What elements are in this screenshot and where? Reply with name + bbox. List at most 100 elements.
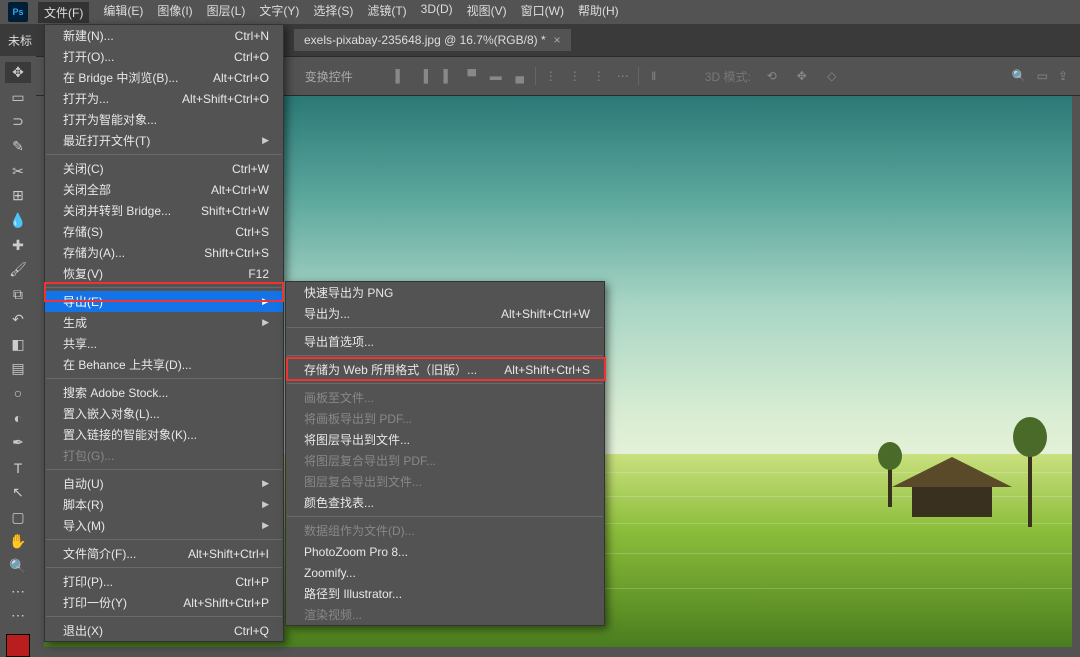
- eyedropper-tool[interactable]: 💧: [5, 210, 31, 231]
- menu-item[interactable]: 恢复(V)F12: [45, 263, 283, 284]
- path-select-tool[interactable]: ↖: [5, 482, 31, 503]
- quick-select-tool[interactable]: ✎: [5, 136, 31, 157]
- menu-item[interactable]: 置入嵌入对象(L)...: [45, 403, 283, 424]
- menu-item[interactable]: 在 Behance 上共享(D)...: [45, 354, 283, 375]
- menu-item[interactable]: 退出(X)Ctrl+Q: [45, 620, 283, 641]
- menu-item[interactable]: 打开为...Alt+Shift+Ctrl+O: [45, 88, 283, 109]
- align-center-v-icon[interactable]: ▬: [487, 67, 505, 85]
- lasso-tool[interactable]: ⊃: [5, 111, 31, 132]
- menu-item[interactable]: 自动(U)▶: [45, 473, 283, 494]
- menu-item[interactable]: 打开为智能对象...: [45, 109, 283, 130]
- frame-tool[interactable]: ⊞: [5, 186, 31, 207]
- menu-选择(S)[interactable]: 选择(S): [313, 2, 353, 23]
- hand-tool[interactable]: ✋: [5, 531, 31, 552]
- blur-tool[interactable]: ○: [5, 383, 31, 404]
- tree: [1028, 437, 1032, 527]
- distribute-2-icon[interactable]: ⋮: [566, 67, 584, 85]
- menu-编辑(E)[interactable]: 编辑(E): [103, 2, 143, 23]
- menu-item[interactable]: 路径到 Illustrator...: [286, 583, 604, 604]
- more-tools[interactable]: ⋯: [5, 605, 31, 626]
- menu-item[interactable]: 颜色查找表...: [286, 492, 604, 513]
- menu-item[interactable]: 置入链接的智能对象(K)...: [45, 424, 283, 445]
- mode-3d-label: 3D 模式:: [705, 68, 751, 85]
- distribute-h-icon[interactable]: ‖: [645, 67, 663, 85]
- document-tab[interactable]: exels-pixabay-235648.jpg @ 16.7%(RGB/8) …: [294, 29, 571, 51]
- app-icon: Ps: [8, 2, 28, 22]
- menu-item[interactable]: 关闭并转到 Bridge...Shift+Ctrl+W: [45, 200, 283, 221]
- distribute-3-icon[interactable]: ⋮: [590, 67, 608, 85]
- menu-文件(F)[interactable]: 文件(F): [38, 2, 89, 23]
- menu-item[interactable]: 脚本(R)▶: [45, 494, 283, 515]
- zoom-tool[interactable]: 🔍: [5, 556, 31, 577]
- menu-图像(I)[interactable]: 图像(I): [157, 2, 192, 23]
- menu-item[interactable]: PhotoZoom Pro 8...: [286, 541, 604, 562]
- pan-icon[interactable]: ✥: [793, 67, 811, 85]
- gradient-tool[interactable]: ▤: [5, 358, 31, 379]
- healing-tool[interactable]: ✚: [5, 235, 31, 256]
- workspace-icon[interactable]: ▭: [1037, 69, 1048, 83]
- rectangle-tool[interactable]: ▢: [5, 507, 31, 528]
- menu-3D(D)[interactable]: 3D(D): [421, 2, 453, 23]
- search-icon[interactable]: 🔍: [1012, 69, 1027, 83]
- menu-item[interactable]: 将图层导出到文件...: [286, 429, 604, 450]
- menu-item: 将图层复合导出到 PDF...: [286, 450, 604, 471]
- menu-item[interactable]: 打印(P)...Ctrl+P: [45, 571, 283, 592]
- orbit-icon[interactable]: ⟲: [763, 67, 781, 85]
- menu-item[interactable]: 存储(S)Ctrl+S: [45, 221, 283, 242]
- hut: [892, 457, 1012, 517]
- menu-item[interactable]: 存储为 Web 所用格式（旧版）...Alt+Shift+Ctrl+S: [286, 359, 604, 380]
- menu-item[interactable]: 快速导出为 PNG: [286, 282, 604, 303]
- menu-帮助(H)[interactable]: 帮助(H): [578, 2, 619, 23]
- menu-item[interactable]: 存储为(A)...Shift+Ctrl+S: [45, 242, 283, 263]
- align-top-icon[interactable]: ▀: [463, 67, 481, 85]
- history-brush-tool[interactable]: ↶: [5, 309, 31, 330]
- menu-item[interactable]: 打印一份(Y)Alt+Shift+Ctrl+P: [45, 592, 283, 613]
- dodge-tool[interactable]: ◐: [5, 408, 31, 429]
- menu-item[interactable]: 文件简介(F)...Alt+Shift+Ctrl+I: [45, 543, 283, 564]
- close-icon[interactable]: ×: [554, 33, 561, 47]
- menu-滤镜(T)[interactable]: 滤镜(T): [367, 2, 406, 23]
- crop-tool[interactable]: ✂: [5, 161, 31, 182]
- brush-tool[interactable]: 🖌: [5, 260, 31, 281]
- menu-item: 渲染视频...: [286, 604, 604, 625]
- menu-item[interactable]: 搜索 Adobe Stock...: [45, 382, 283, 403]
- menu-item[interactable]: 新建(N)...Ctrl+N: [45, 25, 283, 46]
- clone-tool[interactable]: ⧉: [5, 284, 31, 305]
- menu-items: 文件(F) 编辑(E) 图像(I) 图层(L) 文字(Y) 选择(S) 滤镜(T) 3D(D)…: [38, 2, 633, 23]
- pen-tool[interactable]: ✒: [5, 433, 31, 454]
- more-icon[interactable]: ⋯: [614, 67, 632, 85]
- foreground-color[interactable]: [6, 634, 30, 657]
- menu-item[interactable]: 导出首选项...: [286, 331, 604, 352]
- menu-item: 数据组作为文件(D)...: [286, 520, 604, 541]
- menu-item[interactable]: 打开(O)...Ctrl+O: [45, 46, 283, 67]
- eraser-tool[interactable]: ◧: [5, 334, 31, 355]
- share-icon[interactable]: ⇪: [1058, 69, 1068, 83]
- export-submenu: 快速导出为 PNG导出为...Alt+Shift+Ctrl+W 导出首选项... 存…: [285, 281, 605, 626]
- menu-item[interactable]: Zoomify...: [286, 562, 604, 583]
- menu-窗口(W)[interactable]: 窗口(W): [521, 2, 564, 23]
- menu-item[interactable]: 导入(M)▶: [45, 515, 283, 536]
- menu-文字(Y)[interactable]: 文字(Y): [259, 2, 299, 23]
- menu-item[interactable]: 关闭全部Alt+Ctrl+W: [45, 179, 283, 200]
- dolly-icon[interactable]: ◇: [823, 67, 841, 85]
- menu-item[interactable]: 最近打开文件(T)▶: [45, 130, 283, 151]
- menu-item[interactable]: 共享...: [45, 333, 283, 354]
- menu-item[interactable]: 导出为...Alt+Shift+Ctrl+W: [286, 303, 604, 324]
- distribute-1-icon[interactable]: ⋮: [542, 67, 560, 85]
- menu-item[interactable]: 生成▶: [45, 312, 283, 333]
- type-tool[interactable]: T: [5, 457, 31, 478]
- align-center-h-icon[interactable]: ▐: [415, 67, 433, 85]
- menu-视图(V)[interactable]: 视图(V): [467, 2, 507, 23]
- menu-图层(L)[interactable]: 图层(L): [207, 2, 246, 23]
- align-icons: ▌ ▐ ▌ ▀ ▬ ▄ ⋮ ⋮ ⋮ ⋯ ‖: [391, 67, 663, 85]
- align-bottom-icon[interactable]: ▄: [511, 67, 529, 85]
- menu-item[interactable]: 导出(E)▶: [45, 291, 283, 312]
- edit-toolbar[interactable]: ⋯: [5, 581, 31, 602]
- document-tab-label: exels-pixabay-235648.jpg @ 16.7%(RGB/8) …: [304, 33, 546, 47]
- marquee-tool[interactable]: ▭: [5, 87, 31, 108]
- align-left-icon[interactable]: ▌: [391, 67, 409, 85]
- align-right-icon[interactable]: ▌: [439, 67, 457, 85]
- menu-item[interactable]: 在 Bridge 中浏览(B)...Alt+Ctrl+O: [45, 67, 283, 88]
- menu-item[interactable]: 关闭(C)Ctrl+W: [45, 158, 283, 179]
- move-tool[interactable]: ✥: [5, 62, 31, 83]
